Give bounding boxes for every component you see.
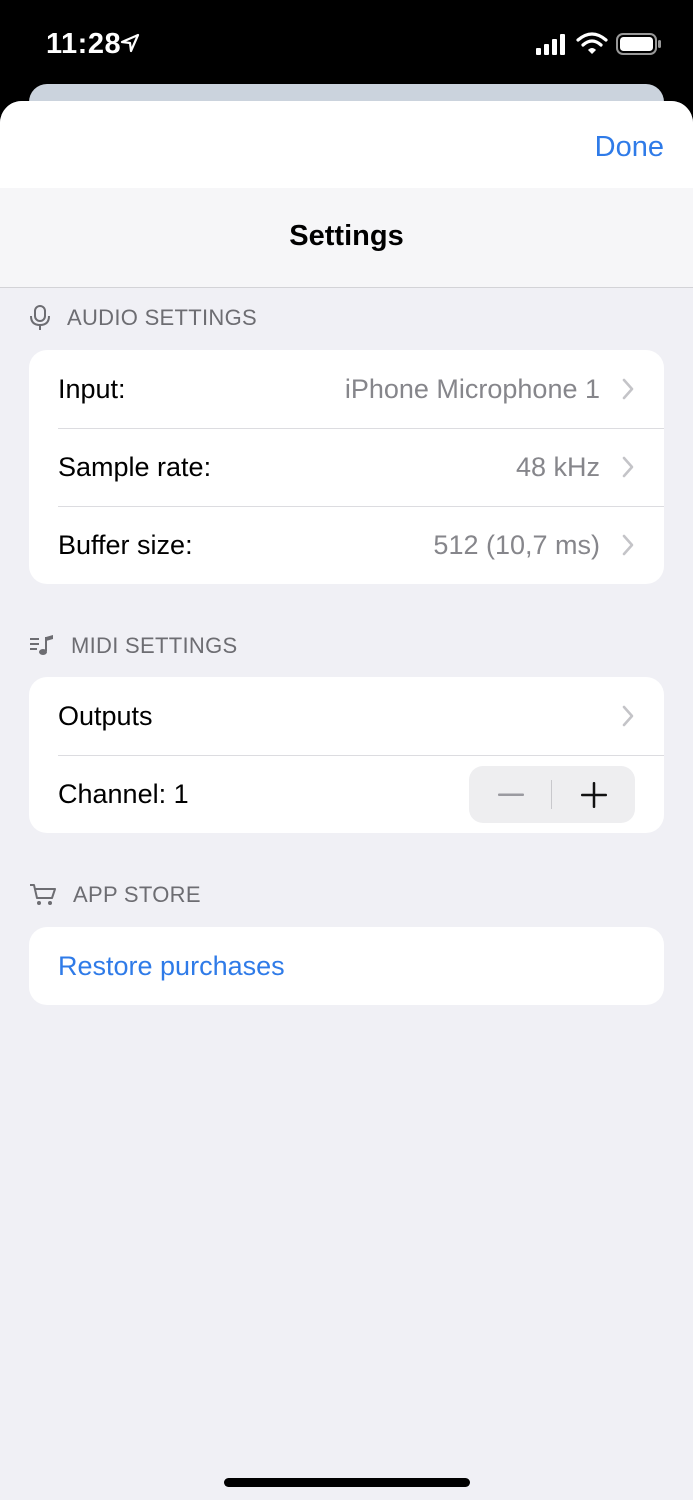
stepper-divider — [551, 780, 552, 809]
chevron-right-icon — [622, 456, 634, 478]
audio-settings-group: Input: iPhone Microphone 1 Sample rate: … — [29, 350, 664, 584]
midi-settings-header: MIDI SETTINGS — [29, 629, 237, 663]
sample-rate-value: 48 kHz — [515, 451, 600, 482]
chevron-right-icon — [622, 534, 634, 556]
restore-purchases-row[interactable]: Restore purchases — [29, 927, 664, 1005]
done-button[interactable]: Done — [595, 131, 664, 164]
chevron-right-icon — [622, 378, 634, 400]
plus-icon — [580, 781, 607, 808]
minus-icon — [497, 793, 524, 796]
outputs-row[interactable]: Outputs — [29, 677, 664, 755]
input-value: iPhone Microphone 1 — [344, 373, 600, 404]
midi-settings-label: MIDI SETTINGS — [71, 633, 238, 658]
input-label: Input: — [58, 373, 126, 404]
outputs-label: Outputs — [58, 700, 153, 731]
app-store-group: Restore purchases — [29, 927, 664, 1005]
input-row[interactable]: Input: iPhone Microphone 1 — [29, 350, 664, 428]
app-store-label: APP STORE — [73, 882, 201, 907]
settings-sheet: Done Settings AUDIO SETTINGS Input: iPho… — [0, 101, 693, 1500]
app-store-header: APP STORE — [29, 878, 201, 912]
audio-settings-header: AUDIO SETTINGS — [29, 301, 257, 335]
buffer-size-value: 512 (10,7 ms) — [433, 529, 600, 560]
microphone-icon — [30, 305, 50, 330]
sample-rate-label: Sample rate: — [58, 451, 212, 482]
channel-label: Channel: 1 — [58, 778, 189, 809]
music-list-icon — [30, 635, 53, 655]
sheet-top-bar: Done — [0, 101, 693, 188]
midi-settings-group: Outputs Channel: 1 — [29, 677, 664, 833]
buffer-size-label: Buffer size: — [58, 529, 193, 560]
home-indicator — [224, 1478, 470, 1487]
increment-button[interactable] — [552, 766, 635, 823]
decrement-button[interactable] — [469, 766, 552, 823]
location-arrow-icon — [120, 33, 140, 53]
wifi-icon — [576, 32, 608, 54]
screen: 11:28 Done Settings AUDIO SETTINGS Input… — [0, 0, 693, 1500]
audio-settings-label: AUDIO SETTINGS — [67, 305, 257, 330]
navigation-bar: Settings — [0, 188, 693, 288]
page-title: Settings — [289, 220, 404, 252]
cellular-signal-icon — [536, 34, 565, 55]
buffer-size-row[interactable]: Buffer size: 512 (10,7 ms) — [29, 506, 664, 584]
restore-purchases-button[interactable]: Restore purchases — [58, 951, 285, 982]
battery-icon — [616, 33, 661, 55]
status-bar: 11:28 — [0, 0, 693, 90]
status-time: 11:28 — [46, 28, 122, 60]
sample-rate-row[interactable]: Sample rate: 48 kHz — [29, 428, 664, 506]
channel-stepper — [469, 766, 635, 823]
chevron-right-icon — [622, 705, 634, 727]
cart-icon — [30, 884, 56, 905]
channel-row: Channel: 1 — [29, 755, 664, 833]
